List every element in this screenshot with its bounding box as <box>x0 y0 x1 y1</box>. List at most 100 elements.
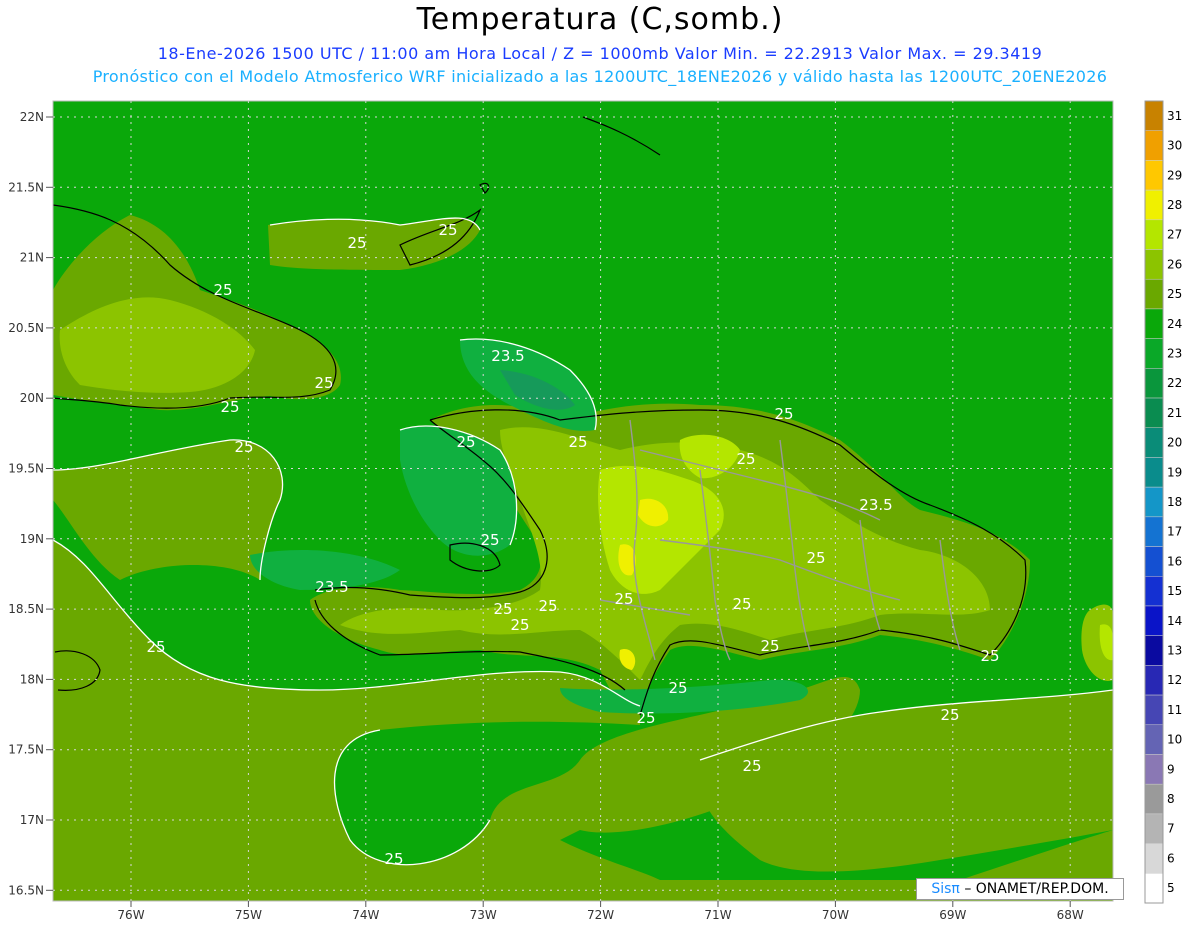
colorbar-swatch <box>1144 576 1164 607</box>
colorbar-label: 15 <box>1167 584 1182 598</box>
lon-label: 71W <box>704 908 731 922</box>
contour-label: 23.5 <box>315 578 348 596</box>
colorbar-label: 18 <box>1167 495 1182 509</box>
contour-label: 25 <box>438 221 457 239</box>
colorbar-label: 26 <box>1167 257 1182 271</box>
temperature-map: 22N 21.5N 21N 20.5N 20N 19.5N 19N 18.5N 18N 17.5N… <box>8 100 1182 922</box>
contour-label: 25 <box>493 600 512 618</box>
credit-text: – ONAMET/REP.DOM. <box>964 881 1109 897</box>
colorbar-swatch <box>1144 249 1164 280</box>
credit-box: Sisπ – ONAMET/REP.DOM. <box>916 878 1124 900</box>
colorbar-swatch <box>1144 813 1164 844</box>
lon-label: 72W <box>587 908 614 922</box>
contour-label: 25 <box>314 374 333 392</box>
colorbar-swatch <box>1144 457 1164 488</box>
colorbar-swatch <box>1144 843 1164 874</box>
colorbar-label: 25 <box>1167 287 1182 301</box>
lat-label: 18.5N <box>8 602 44 616</box>
colorbar-swatch <box>1144 427 1164 458</box>
longitude-labels: 76W 75W 74W 73W 72W 71W 70W 69W 68W <box>117 901 1084 922</box>
colorbar-label: 12 <box>1167 673 1182 687</box>
colorbar-swatch <box>1144 486 1164 518</box>
contour-label: 23.5 <box>859 496 892 514</box>
lon-label: 69W <box>939 908 966 922</box>
contour-label: 25 <box>510 616 529 634</box>
colorbar-swatch <box>1144 754 1164 785</box>
colorbar-swatch <box>1144 635 1164 666</box>
contour-label: 25 <box>806 549 825 567</box>
colorbar-swatch <box>1144 694 1164 726</box>
lat-label: 17.5N <box>8 743 44 757</box>
colorbar-label: 24 <box>1167 317 1182 331</box>
colorbar-swatch <box>1144 724 1164 755</box>
colorbar-label: 21 <box>1167 406 1182 420</box>
colorbar-label: 30 <box>1167 139 1182 153</box>
contour-label: 25 <box>568 433 587 451</box>
colorbar-label: 28 <box>1167 198 1182 212</box>
colorbar-swatch <box>1144 219 1164 250</box>
colorbar-swatch <box>1144 338 1164 369</box>
colorbar-label: 22 <box>1167 376 1182 390</box>
lat-label: 19.5N <box>8 462 44 476</box>
contour-label: 25 <box>456 433 475 451</box>
contour-label: 25 <box>234 438 253 456</box>
colorbar-swatch <box>1144 100 1164 131</box>
colorbar-swatch <box>1144 665 1164 696</box>
colorbar-label: 7 <box>1167 822 1175 836</box>
colorbar-swatch <box>1144 189 1164 221</box>
contour-label: 25 <box>736 450 755 468</box>
lon-label: 76W <box>117 908 144 922</box>
colorbar-label: 11 <box>1167 703 1182 717</box>
lat-label: 20.5N <box>8 321 44 335</box>
contour-label: 25 <box>213 281 232 299</box>
lat-label: 18N <box>20 672 44 686</box>
colorbar-label: 20 <box>1167 436 1182 450</box>
colorbar-swatch <box>1144 308 1164 339</box>
lat-label: 21.5N <box>8 180 44 194</box>
colorbar-label: 9 <box>1167 762 1175 776</box>
colorbar-label: 19 <box>1167 465 1182 479</box>
colorbar-swatch <box>1144 873 1164 904</box>
lat-label: 17N <box>20 813 44 827</box>
contour-label: 25 <box>636 709 655 727</box>
contour-label: 25 <box>146 638 165 656</box>
lon-label: 70W <box>822 908 849 922</box>
contour-label: 25 <box>384 850 403 868</box>
lon-label: 75W <box>235 908 262 922</box>
contour-label: 25 <box>347 234 366 252</box>
contour-label: 25 <box>732 595 751 613</box>
contour-label: 25 <box>940 706 959 724</box>
colorbar-swatch <box>1144 397 1164 428</box>
colorbar-label: 31 <box>1167 109 1182 123</box>
colorbar-swatch <box>1144 783 1164 815</box>
contour-label: 25 <box>220 398 239 416</box>
colorbar-swatch <box>1144 516 1164 547</box>
colorbar-label: 5 <box>1167 881 1175 895</box>
colorbar-swatch <box>1144 130 1164 161</box>
lat-label: 16.5N <box>8 883 44 897</box>
colorbar-swatch <box>1144 368 1164 399</box>
colorbar-label: 27 <box>1167 228 1182 242</box>
contour-label: 25 <box>760 637 779 655</box>
contour-label: 25 <box>774 405 793 423</box>
contour-label: 25 <box>742 757 761 775</box>
colorbar-swatch <box>1144 278 1164 310</box>
contour-label: 25 <box>980 647 999 665</box>
lon-label: 73W <box>470 908 497 922</box>
colorbar-label: 16 <box>1167 554 1182 568</box>
colorbar-label: 29 <box>1167 168 1182 182</box>
sispi-logo: Sisπ <box>931 881 960 897</box>
colorbar-label: 13 <box>1167 644 1182 658</box>
contour-label: 25 <box>614 590 633 608</box>
lat-label: 22N <box>20 110 44 124</box>
colorbar-label: 14 <box>1167 614 1182 628</box>
colorbar: 31 30 29 28 27 26 25 24 23 22 21 20 19 18 17 16 15 14 13 12… <box>1144 100 1182 904</box>
lat-label: 20N <box>20 391 44 405</box>
lon-label: 74W <box>352 908 379 922</box>
colorbar-swatch <box>1144 605 1164 636</box>
colorbar-label: 8 <box>1167 792 1175 806</box>
colorbar-swatch <box>1144 160 1164 191</box>
colorbar-label: 10 <box>1167 733 1182 747</box>
colorbar-swatch <box>1144 546 1164 577</box>
contour-label: 25 <box>480 531 499 549</box>
